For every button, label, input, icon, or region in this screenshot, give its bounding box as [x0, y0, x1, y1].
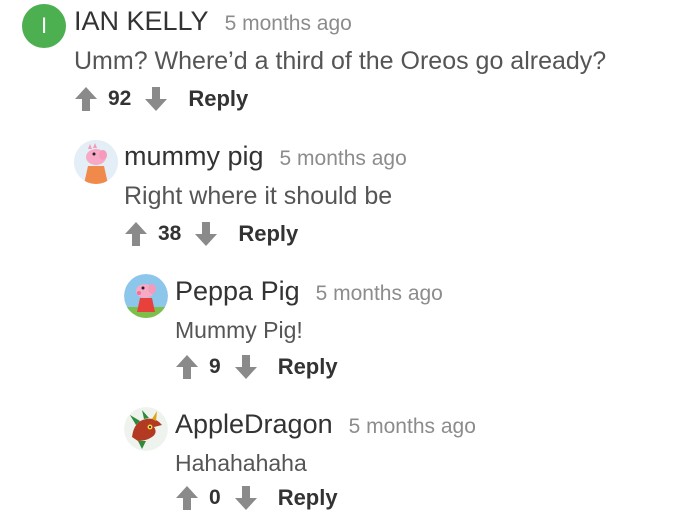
comment-header: IAN KELLY 5 months ago [74, 6, 352, 37]
comment-header: mummy pig 5 months ago [124, 141, 407, 172]
upvote-icon[interactable] [175, 485, 199, 511]
mummy-pig-icon [74, 140, 118, 184]
comment-actions: 9 Reply [175, 352, 338, 382]
vote-count: 92 [108, 87, 132, 110]
downvote-icon[interactable] [234, 354, 258, 380]
dragon-icon [124, 407, 168, 451]
comment-ian-kelly: I IAN KELLY 5 months ago Umm? Where’d a … [0, 0, 700, 125]
avatar[interactable] [124, 407, 168, 451]
avatar[interactable]: I [22, 4, 66, 48]
timestamp[interactable]: 5 months ago [280, 147, 407, 171]
upvote-icon[interactable] [175, 354, 199, 380]
avatar[interactable] [74, 140, 118, 184]
comment-text: Right where it should be [124, 182, 393, 210]
downvote-icon[interactable] [194, 221, 218, 247]
author-name[interactable]: IAN KELLY [74, 6, 209, 37]
downvote-icon[interactable] [144, 86, 168, 112]
vote-count: 9 [209, 355, 221, 378]
author-name[interactable]: AppleDragon [175, 409, 333, 440]
timestamp[interactable]: 5 months ago [225, 12, 352, 36]
reply-button[interactable]: Reply [188, 86, 248, 112]
reply-button[interactable]: Reply [238, 221, 298, 247]
reply-button[interactable]: Reply [278, 485, 338, 511]
author-name[interactable]: mummy pig [124, 141, 264, 172]
comment-text: Mummy Pig! [175, 317, 303, 343]
comment-header: Peppa Pig 5 months ago [175, 276, 443, 307]
comment-text: Hahahahaha [175, 450, 307, 476]
timestamp[interactable]: 5 months ago [349, 415, 476, 439]
comment-appledragon: AppleDragon 5 months ago Hahahahaha 0 Re… [0, 403, 700, 521]
upvote-icon[interactable] [124, 221, 148, 247]
vote-count: 0 [209, 486, 221, 509]
timestamp[interactable]: 5 months ago [316, 282, 443, 306]
avatar-letter: I [40, 13, 48, 38]
comment-actions: 92 Reply [74, 84, 248, 114]
reply-button[interactable]: Reply [278, 354, 338, 380]
author-name[interactable]: Peppa Pig [175, 276, 300, 307]
upvote-icon[interactable] [74, 86, 98, 112]
comment-actions: 38 Reply [124, 219, 298, 249]
downvote-icon[interactable] [234, 485, 258, 511]
comment-mummy-pig: mummy pig 5 months ago Right where it sh… [0, 135, 700, 260]
avatar[interactable] [124, 274, 168, 318]
comment-peppa-pig: Peppa Pig 5 months ago Mummy Pig! 9 Repl… [0, 270, 700, 395]
comment-header: AppleDragon 5 months ago [175, 409, 476, 440]
peppa-pig-icon [124, 274, 168, 318]
comment-actions: 0 Reply [175, 483, 338, 513]
vote-count: 38 [158, 222, 182, 245]
comment-text: Umm? Where’d a third of the Oreos go alr… [74, 47, 607, 75]
